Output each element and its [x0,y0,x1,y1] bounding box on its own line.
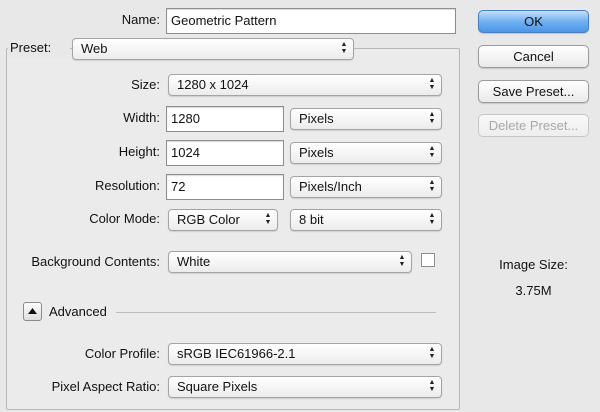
preset-label: Preset: [8,38,70,58]
preset-select[interactable]: Web ▲ ▼ [72,38,354,60]
updown-chevron-icon: ▲ ▼ [428,77,436,91]
name-label: Name: [121,12,160,27]
updown-chevron-icon: ▲ ▼ [340,41,348,55]
resolution-label: Resolution: [94,178,160,193]
height-input[interactable]: 1024 [166,140,284,166]
size-value: 1280 x 1024 [177,77,249,92]
save-preset-button[interactable]: Save Preset... [478,80,589,103]
background-color-swatch[interactable] [421,253,435,267]
height-label: Height: [118,144,160,159]
width-unit-select[interactable]: Pixels ▲ ▼ [290,108,442,130]
advanced-divider [116,312,436,313]
delete-preset-button: Delete Preset... [478,114,589,137]
height-unit-select[interactable]: Pixels ▲ ▼ [290,142,442,164]
pixel-aspect-ratio-label: Pixel Aspect Ratio: [51,379,160,394]
advanced-toggle-button[interactable] [23,302,42,321]
width-input[interactable]: 1280 [166,106,284,132]
color-profile-select[interactable]: sRGB IEC61966-2.1 ▲ ▼ [168,343,442,365]
updown-chevron-icon: ▲ ▼ [428,111,436,125]
image-size-value: 3.75M [515,283,552,298]
updown-chevron-icon: ▲ ▼ [428,145,436,159]
advanced-label: Advanced [49,304,107,319]
width-label: Width: [123,110,160,125]
updown-chevron-icon: ▲ ▼ [428,346,436,360]
size-select[interactable]: 1280 x 1024 ▲ ▼ [168,74,442,96]
resolution-input[interactable]: 72 [166,174,284,200]
ok-button[interactable]: OK [478,10,589,33]
color-mode-value: RGB Color [177,212,240,227]
pixel-aspect-ratio-select[interactable]: Square Pixels ▲ ▼ [168,376,442,398]
triangle-up-icon [28,308,37,314]
width-unit-value: Pixels [299,111,334,126]
bit-depth-value: 8 bit [299,212,324,227]
preset-value: Web [81,41,108,56]
color-profile-label: Color Profile: [84,346,160,361]
resolution-unit-value: Pixels/Inch [299,179,362,194]
background-contents-value: White [177,254,211,269]
name-input[interactable]: Geometric Pattern [166,8,456,34]
color-mode-label: Color Mode: [89,211,160,226]
resolution-unit-select[interactable]: Pixels/Inch ▲ ▼ [290,176,442,198]
color-mode-select[interactable]: RGB Color ▲ ▼ [168,209,278,231]
background-contents-label: Background Contents: [31,254,160,269]
background-contents-select[interactable]: White ▲ ▼ [168,251,412,273]
updown-chevron-icon: ▲ ▼ [428,179,436,193]
updown-chevron-icon: ▲ ▼ [428,212,436,226]
color-profile-value: sRGB IEC61966-2.1 [177,346,296,361]
cancel-button[interactable]: Cancel [478,45,589,68]
pixel-aspect-ratio-value: Square Pixels [177,379,258,394]
height-unit-value: Pixels [299,145,334,160]
image-size-label: Image Size: [499,257,568,272]
updown-chevron-icon: ▲ ▼ [398,254,406,268]
updown-chevron-icon: ▲ ▼ [264,212,272,226]
updown-chevron-icon: ▲ ▼ [428,379,436,393]
bit-depth-select[interactable]: 8 bit ▲ ▼ [290,209,442,231]
size-label: Size: [131,77,160,92]
